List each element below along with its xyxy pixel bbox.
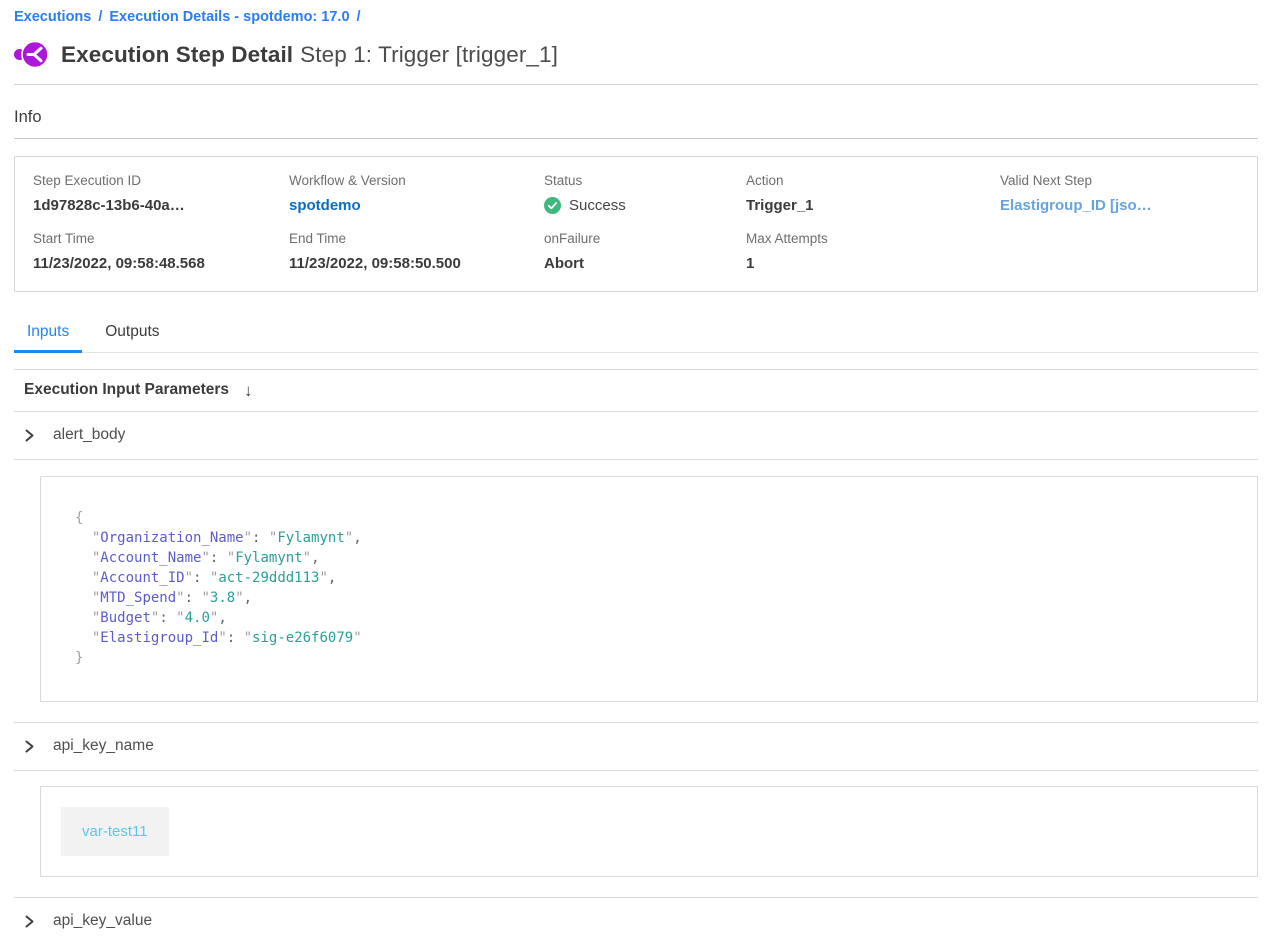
field-label: Workflow & Version	[289, 173, 544, 188]
param-row-api-key-name[interactable]: api_key_name	[14, 723, 1258, 770]
page-subtitle: Step 1: Trigger [trigger_1]	[300, 42, 558, 67]
section-divider	[14, 459, 1258, 460]
breadcrumb: Executions / Execution Details - spotdemo:…	[14, 0, 1258, 25]
step-execution-id-value: 1d97828c-13b6-40a…	[33, 197, 289, 214]
param-row-alert-body[interactable]: alert_body	[14, 412, 1258, 459]
execution-input-parameters-label: Execution Input Parameters	[24, 381, 229, 399]
execution-step-detail-page: Executions / Execution Details - spotdemo:…	[0, 0, 1272, 945]
field-step-execution-id: Step Execution ID 1d97828c-13b6-40a…	[33, 173, 289, 214]
field-action: Action Trigger_1	[746, 173, 1000, 214]
section-divider	[14, 770, 1258, 771]
action-value: Trigger_1	[746, 197, 1000, 214]
field-onfailure: onFailure Abort	[544, 231, 746, 272]
field-label: Action	[746, 173, 1000, 188]
breadcrumb-executions[interactable]: Executions	[14, 9, 91, 25]
field-max-attempts: Max Attempts 1	[746, 231, 1000, 272]
field-label: Valid Next Step	[1000, 173, 1239, 188]
field-workflow-version: Workflow & Version spotdemo	[289, 173, 544, 214]
tabs: Inputs Outputs	[14, 316, 1258, 353]
param-row-api-key-value[interactable]: api_key_value	[14, 898, 1258, 945]
field-valid-next-step: Valid Next Step Elastigroup_ID [jso…	[1000, 173, 1239, 214]
header-divider	[14, 84, 1258, 85]
info-card: Step Execution ID 1d97828c-13b6-40a… Wor…	[14, 156, 1258, 292]
status-text: Success	[569, 197, 626, 214]
workflow-link[interactable]: spotdemo	[289, 197, 544, 214]
end-time-value: 11/23/2022, 09:58:50.500	[289, 255, 544, 272]
breadcrumb-separator: /	[357, 9, 361, 25]
field-label: End Time	[289, 231, 544, 246]
field-status: Status Success	[544, 173, 746, 214]
field-label: Status	[544, 173, 746, 188]
tab-inputs[interactable]: Inputs	[14, 316, 82, 352]
max-attempts-value: 1	[746, 255, 1000, 272]
chevron-right-icon	[23, 429, 36, 442]
info-divider	[14, 138, 1258, 139]
onfailure-value: Abort	[544, 255, 746, 272]
field-label: Max Attempts	[746, 231, 1000, 246]
field-label: Step Execution ID	[33, 173, 289, 188]
fylamynt-logo-icon	[14, 41, 48, 68]
status-badge: Success	[544, 197, 746, 214]
field-label: onFailure	[544, 231, 746, 246]
tab-outputs[interactable]: Outputs	[92, 316, 172, 352]
param-name: api_key_name	[53, 737, 154, 755]
field-end-time: End Time 11/23/2022, 09:58:50.500	[289, 231, 544, 272]
execution-input-parameters-header[interactable]: Execution Input Parameters ↓	[14, 370, 1258, 411]
download-arrow-icon[interactable]: ↓	[244, 382, 253, 399]
page-title: Execution Step Detail	[61, 42, 293, 67]
chevron-right-icon	[23, 740, 36, 753]
api-key-name-value: var-test11	[61, 807, 169, 856]
field-start-time: Start Time 11/23/2022, 09:58:48.568	[33, 231, 289, 272]
chevron-right-icon	[23, 915, 36, 928]
api-key-name-value-box: var-test11	[40, 786, 1258, 877]
page-header: Execution Step Detail Step 1: Trigger [tr…	[14, 41, 1258, 68]
valid-next-step-link[interactable]: Elastigroup_ID [jso…	[1000, 197, 1239, 214]
breadcrumb-separator: /	[98, 9, 102, 25]
field-label: Start Time	[33, 231, 289, 246]
start-time-value: 11/23/2022, 09:58:48.568	[33, 255, 289, 272]
param-name: alert_body	[53, 426, 125, 444]
param-name: api_key_value	[53, 912, 152, 930]
success-check-icon	[544, 197, 561, 214]
alert-body-json-viewer: { "Organization_Name": "Fylamynt", "Acco…	[40, 476, 1258, 702]
breadcrumb-execution-details[interactable]: Execution Details - spotdemo: 17.0	[109, 9, 349, 25]
alert-body-json-content: { "Organization_Name": "Fylamynt", "Acco…	[75, 508, 1237, 668]
field-empty	[1000, 231, 1239, 272]
info-heading: Info	[14, 108, 1258, 127]
